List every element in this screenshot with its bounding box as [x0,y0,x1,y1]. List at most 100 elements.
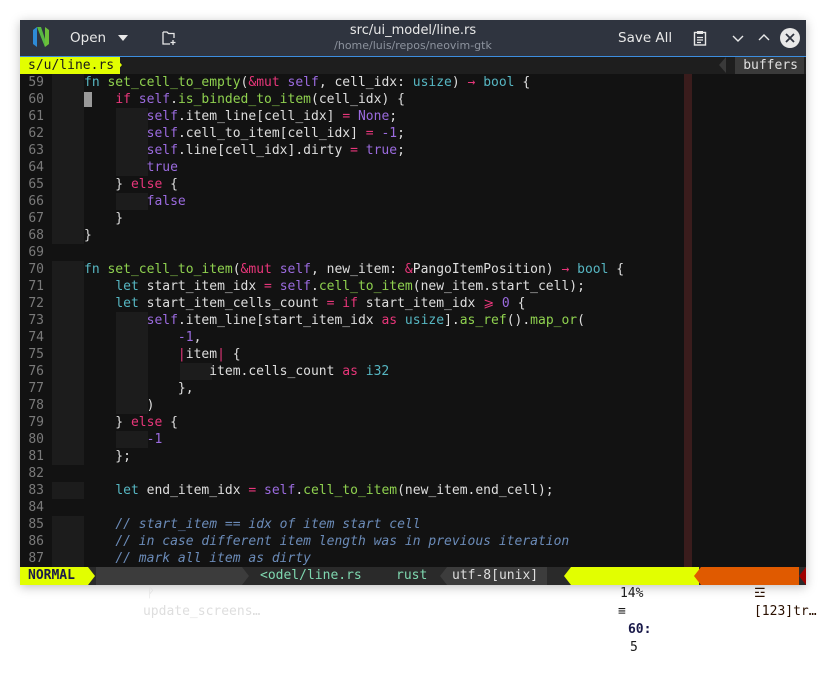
code-line[interactable]: 68} [20,227,806,244]
line-number: 81 [28,449,44,464]
code-line[interactable]: 86 // in case different item length was … [20,533,806,550]
code-text: // start_item == idx of item start cell [115,517,421,532]
code-line[interactable]: 84 [20,499,806,516]
code-line[interactable]: 65 } else { [20,176,806,193]
separator [694,567,701,585]
code-line[interactable]: 73 self.item_line[start_item_idx as usiz… [20,312,806,329]
code-text: true [146,160,178,175]
line-number: 75 [28,347,44,362]
line-number: 84 [28,500,44,515]
code-line[interactable]: 72 let start_item_cells_count = if start… [20,295,806,312]
line-number: 59 [28,75,44,90]
file-type: rust [396,568,428,583]
line-number: 67 [28,211,44,226]
cursor-column: 5 [629,640,638,655]
chevron-up-icon[interactable] [756,31,772,45]
indent-guide [52,261,84,278]
code-text: self.item_line[start_item_idx as usize].… [146,313,585,328]
tab-separator [719,57,726,73]
open-button[interactable]: Open [70,20,129,56]
indent-guide [52,210,84,227]
position-segment: 14% ≡ 60: 5 [571,567,699,655]
code-line[interactable]: 75 |item| { [20,346,806,363]
git-branch-icon: ᚹ [146,586,155,601]
code-line[interactable]: 77 }, [20,380,806,397]
tab-current[interactable]: s/u/line.rs [20,57,121,74]
indent-guide [52,227,84,244]
code-line[interactable]: 61 self.item_line[cell_idx] = None; [20,108,806,125]
code-text: }; [84,449,131,464]
code-text: fn set_cell_to_empty(&mut self, cell_idx… [84,75,531,90]
code-line[interactable]: 81 }; [20,448,806,465]
code-text: let end_item_idx = self.cell_to_item(new… [115,483,554,498]
code-text: item.cells_count as i32 [84,364,390,379]
line-number: 77 [28,381,44,396]
neovim-logo-icon [33,27,49,47]
indent-guide [52,550,84,567]
editor-area[interactable]: 59 fn set_cell_to_empty(&mut self, cell_i… [20,74,806,567]
code-text: ) [84,398,155,413]
clipboard-icon[interactable] [693,30,707,46]
code-line[interactable]: 78 ) [20,397,806,414]
line-number: 72 [28,296,44,311]
window-subtitle: /home/luis/repos/neovim-gtk [334,39,492,52]
code-text: // mark all item as dirty [115,551,311,566]
code-line[interactable]: 74 -1, [20,329,806,346]
code-text: false [146,194,186,209]
code-text: } else { [84,177,178,192]
indent-guide [52,346,84,363]
code-line[interactable]: 82 [20,465,806,482]
code-line[interactable]: 63 self.line[cell_idx].dirty = true; [20,142,806,159]
close-button[interactable] [780,28,800,48]
code-line[interactable]: 80 -1 [20,431,806,448]
line-number: 78 [28,398,44,413]
code-line[interactable]: 64 true [20,159,806,176]
indent-guide [52,295,84,312]
chevron-down-icon[interactable] [730,31,746,45]
indent-guide [52,91,84,108]
scroll-percent: 14% [619,586,644,601]
new-file-icon[interactable] [161,30,177,46]
separator [88,567,95,585]
indent-guide [52,414,84,431]
code-text: // in case different item length was in … [115,534,570,549]
code-text: if self.is_binded_to_item(cell_idx) { [115,92,405,107]
indent-guide [52,312,84,329]
save-all-button[interactable]: Save All [618,20,672,56]
indent-guide [52,516,84,533]
line-number: 82 [28,466,44,481]
code-line[interactable]: 85 // start_item == idx of item start ce… [20,516,806,533]
indent-guide [52,363,84,380]
line-number: 86 [28,534,44,549]
window-title: src/ui_model/line.rs [349,23,477,38]
code-line[interactable]: 76 item.cells_count as i32 [20,363,806,380]
line-number: 71 [28,279,44,294]
code-text: -1 [146,432,163,447]
code-line[interactable]: 66 false [20,193,806,210]
file-name: <odel/line.rs [260,568,362,583]
line-number: 63 [28,143,44,158]
indent-guide [52,329,84,346]
line-number: 65 [28,177,44,192]
line-number: 83 [28,483,44,498]
code-line[interactable]: 67 } [20,210,806,227]
code-line[interactable]: 87 // mark all item as dirty [20,550,806,567]
code-line[interactable]: 69 [20,244,806,261]
line-number: 73 [28,313,44,328]
code-line[interactable]: 83 let end_item_idx = self.cell_to_item(… [20,482,806,499]
code-line[interactable]: 62 self.cell_to_item[cell_idx] = -1; [20,125,806,142]
lines-icon: ≡ [617,604,626,619]
code-text: |item| { [177,347,241,362]
line-number: 76 [28,364,44,379]
open-label: Open [70,30,107,46]
line-number: 62 [28,126,44,141]
code-line[interactable]: 79 } else { [20,414,806,431]
code-line[interactable]: 71 let start_item_idx = self.cell_to_ite… [20,278,806,295]
indent-guide [52,74,84,91]
code-line[interactable]: 70 fn set_cell_to_item(&mut self, new_ite… [20,261,806,278]
code-line[interactable]: 59 fn set_cell_to_empty(&mut self, cell_i… [20,74,806,91]
buffers-label[interactable]: buffers [735,57,804,74]
line-number: 68 [28,228,44,243]
separator [242,567,249,585]
code-line[interactable]: 60 if self.is_binded_to_item(cell_idx) { [20,91,806,108]
